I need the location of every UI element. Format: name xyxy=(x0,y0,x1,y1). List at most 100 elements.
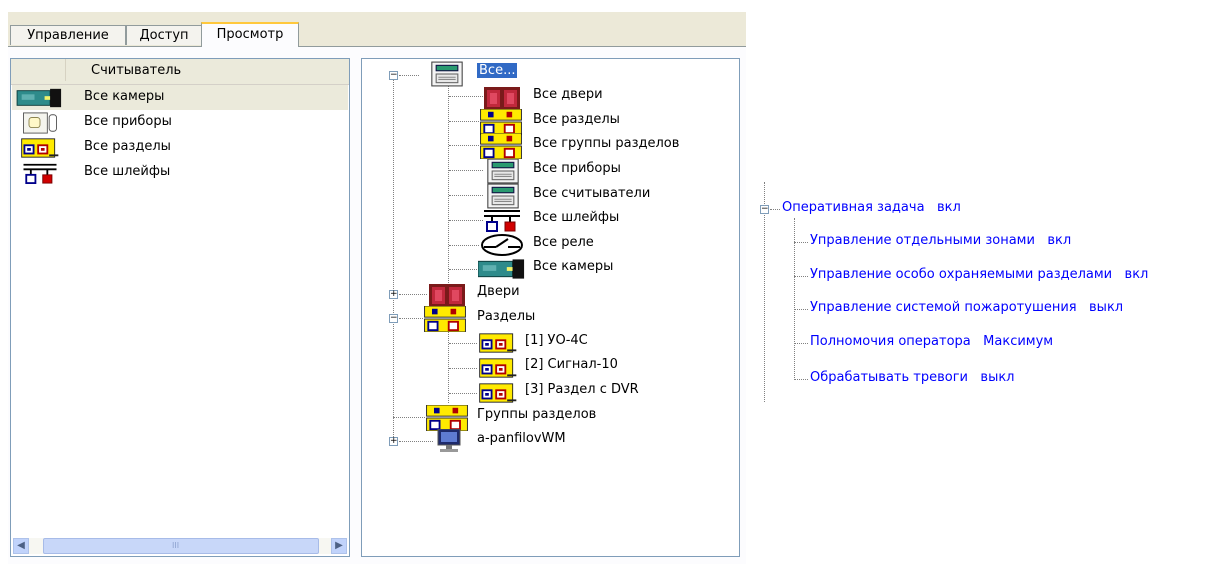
tree-line xyxy=(794,276,808,277)
tree-line xyxy=(449,393,477,394)
tree-line xyxy=(770,209,780,210)
setting-operative-task[interactable]: Оперативная задача вкл xyxy=(782,200,961,215)
partition-group-icon xyxy=(426,405,468,431)
list-header[interactable]: Считыватель xyxy=(11,59,349,85)
tab-prosmotr[interactable]: Просмотр xyxy=(201,22,299,47)
scroll-right-button[interactable]: ▶ xyxy=(331,538,347,554)
tree-item[interactable]: Все шлейфы xyxy=(533,210,619,225)
partition-group-icon xyxy=(480,109,522,135)
tree-item[interactable]: [2] Сигнал-10 xyxy=(525,357,618,372)
setting-value: вкл xyxy=(1124,267,1149,282)
tree-item[interactable]: [1] УО-4С xyxy=(525,333,588,348)
tree-item-workstation[interactable]: a-panfilovWM xyxy=(477,431,566,446)
tree-line xyxy=(449,121,479,122)
tree-line xyxy=(393,417,425,418)
tab-upravlenie[interactable]: Управление xyxy=(10,25,126,45)
partition-group-icon xyxy=(480,133,522,159)
list-item[interactable]: Все камеры xyxy=(12,85,348,110)
setting-label: Полномочия оператора xyxy=(810,334,971,349)
loops-icon xyxy=(22,162,58,184)
tree-line xyxy=(399,75,419,76)
collapse-toggle[interactable]: − xyxy=(389,71,398,80)
setting-operator-rights[interactable]: Полномочия оператора Максимум xyxy=(810,334,1053,349)
object-tree[interactable]: − Все... Все двери Все разделы Все групп… xyxy=(361,58,740,557)
tree-item-doors[interactable]: Двери xyxy=(477,284,520,299)
partition-group-icon xyxy=(424,306,466,332)
device-panel-icon xyxy=(20,112,60,134)
tree-line xyxy=(449,145,479,146)
tree-line xyxy=(449,170,483,171)
tree-line xyxy=(449,368,477,369)
list-item-label: Все приборы xyxy=(84,114,172,129)
tree-item[interactable]: Все реле xyxy=(533,235,594,250)
list-item-label: Все разделы xyxy=(84,139,171,154)
reader-list[interactable]: Считыватель Все камеры Все приборы Все р… xyxy=(10,58,350,557)
collapse-toggle[interactable]: − xyxy=(760,205,769,214)
setting-label: Управление системой пожаротушения xyxy=(810,300,1077,315)
list-item-label: Все камеры xyxy=(84,89,165,104)
operative-task-tree: − Оперативная задача вкл Управление отде… xyxy=(760,182,1208,410)
tree-line xyxy=(448,327,449,403)
tree-line xyxy=(449,220,483,221)
tree-item-partition-groups[interactable]: Группы разделов xyxy=(477,407,596,422)
tree-item[interactable]: Все камеры xyxy=(533,259,613,274)
setting-label: Оперативная задача xyxy=(782,200,925,215)
list-item[interactable]: Все приборы xyxy=(12,110,348,135)
partition-icon xyxy=(20,137,60,159)
camera-icon xyxy=(478,257,526,281)
list-item[interactable]: Все разделы xyxy=(12,135,348,160)
column-header-reader[interactable]: Считыватель xyxy=(91,63,181,78)
tab-dostup[interactable]: Доступ xyxy=(126,25,202,45)
main-panel: Управление Доступ Просмотр Считыватель В… xyxy=(8,12,746,564)
column-header-icon[interactable] xyxy=(11,59,66,81)
tree-line xyxy=(393,75,394,445)
setting-protected-partitions[interactable]: Управление особо охраняемыми разделами в… xyxy=(810,267,1148,282)
tree-line xyxy=(449,195,483,196)
scroll-left-button[interactable]: ◀ xyxy=(13,538,29,554)
tree-root-all[interactable]: Все... xyxy=(477,63,518,78)
tree-line xyxy=(794,343,808,344)
setting-value: вкл xyxy=(936,200,961,215)
setting-value: выкл xyxy=(980,370,1015,385)
setting-label: Управление отдельными зонами xyxy=(810,233,1035,248)
setting-label: Управление особо охраняемыми разделами xyxy=(810,267,1113,282)
tree-item[interactable]: Все двери xyxy=(533,87,603,102)
computer-icon xyxy=(434,429,464,453)
tree-line xyxy=(449,96,483,97)
tab-content: Считыватель Все камеры Все приборы Все р… xyxy=(8,46,746,564)
scroll-thumb[interactable]: III xyxy=(43,538,319,554)
tree-line xyxy=(449,269,479,270)
collapse-toggle[interactable]: − xyxy=(389,314,398,323)
scroll-thumb-grip: III xyxy=(172,541,180,550)
tree-line xyxy=(399,318,423,319)
setting-value: выкл xyxy=(1089,300,1124,315)
list-item-label: Все шлейфы xyxy=(84,164,171,179)
tree-line xyxy=(794,242,808,243)
loops-icon xyxy=(484,208,520,232)
tree-line xyxy=(794,309,808,310)
horizontal-scrollbar[interactable]: ◀ III ▶ xyxy=(13,538,347,554)
setting-zone-control[interactable]: Управление отдельными зонами вкл xyxy=(810,233,1071,248)
tree-line xyxy=(399,294,427,295)
setting-process-alarms[interactable]: Обрабатывать тревоги выкл xyxy=(810,370,1015,385)
list-item[interactable]: Все шлейфы xyxy=(12,160,348,185)
tree-item[interactable]: Все группы разделов xyxy=(533,136,679,151)
tree-line xyxy=(449,343,477,344)
tree-item-partitions[interactable]: Разделы xyxy=(477,309,535,324)
expand-toggle[interactable]: + xyxy=(389,290,398,299)
tree-item[interactable]: Все приборы xyxy=(533,161,621,176)
tree-item[interactable]: [3] Раздел с DVR xyxy=(525,382,639,397)
partition-icon xyxy=(478,357,518,379)
expand-toggle[interactable]: + xyxy=(389,437,398,446)
door-icon xyxy=(429,282,465,306)
setting-fire-extinguishing[interactable]: Управление системой пожаротушения выкл xyxy=(810,300,1123,315)
setting-value: вкл xyxy=(1047,233,1072,248)
controller-icon xyxy=(486,183,520,209)
relay-icon xyxy=(480,233,524,257)
tree-item[interactable]: Все разделы xyxy=(533,112,620,127)
tree-item[interactable]: Все считыватели xyxy=(533,186,650,201)
partition-icon xyxy=(478,332,518,354)
tree-line xyxy=(449,245,479,246)
door-icon xyxy=(484,85,520,109)
controller-icon xyxy=(486,158,520,184)
